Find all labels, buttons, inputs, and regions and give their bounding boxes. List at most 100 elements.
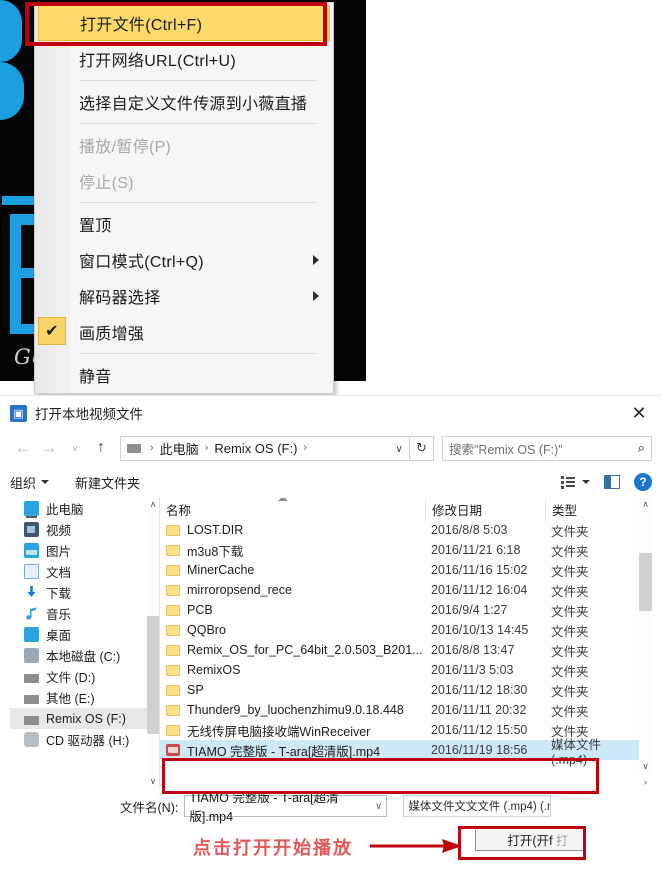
column-header-name[interactable]: 名称 bbox=[160, 498, 425, 519]
file-type-cell: 文件夹 bbox=[551, 604, 589, 619]
player-context-menu[interactable]: 打开文件(Ctrl+F) 打开网络URL(Ctrl+U) 选择自定义文件传源到小… bbox=[34, 2, 334, 394]
menu-item-play-pause: 播放/暂停(P) bbox=[35, 127, 333, 163]
menu-item-window-mode[interactable]: 窗口模式(Ctrl+Q) bbox=[35, 242, 333, 278]
sidebar-item-label: 桌面 bbox=[46, 629, 72, 643]
table-row[interactable]: m3u8下载 2016/11/21 6:18 文件夹 bbox=[160, 540, 652, 560]
sidebar-item-downloads[interactable]: 下载 bbox=[10, 582, 159, 603]
table-row[interactable]: SP 2016/11/12 18:30 文件夹 bbox=[160, 680, 652, 700]
folder-icon bbox=[166, 684, 180, 696]
up-button[interactable]: ↑ bbox=[88, 435, 114, 461]
scroll-right-icon[interactable]: › bbox=[639, 775, 652, 788]
sidebar-scroll-down-icon[interactable]: ∨ bbox=[147, 775, 159, 788]
folder-icon bbox=[166, 544, 180, 556]
table-row-selected[interactable]: TIAMO 完整版 - T-ara[超清版].mp4 2016/11/19 18… bbox=[160, 738, 652, 767]
checkmark-icon: ✔ bbox=[38, 317, 66, 345]
refresh-icon[interactable]: ↻ bbox=[410, 435, 434, 461]
address-bar-row: ← → ∨ ↑ › 此电脑 › Remix OS (F:) › ∨ ↻ 搜索"R… bbox=[0, 430, 662, 466]
menu-item-always-on-top[interactable]: 置顶 bbox=[35, 206, 333, 242]
sidebar-scrollbar-thumb[interactable] bbox=[147, 616, 159, 734]
search-input[interactable]: 搜索"Remix OS (F:)" bbox=[449, 439, 638, 458]
menu-item-mute[interactable]: 静音 bbox=[35, 357, 333, 393]
table-row[interactable]: Remix_OS_for_PC_64bit_2.0.503_B201... 20… bbox=[160, 640, 652, 660]
table-row[interactable]: Thunder9_by_luochenzhimu9.0.18.448 2016/… bbox=[160, 700, 652, 720]
sidebar-item-videos[interactable]: 视频 bbox=[10, 519, 159, 540]
sidebar-item-this-pc[interactable]: 此电脑 bbox=[10, 498, 159, 519]
menu-item-custom-source[interactable]: 选择自定义文件传源到小薇直播 bbox=[35, 84, 333, 120]
recent-locations-button[interactable]: ∨ bbox=[62, 435, 88, 461]
file-date-cell: 2016/8/8 13:47 bbox=[431, 643, 515, 657]
breadcrumb-item-remix-os[interactable]: Remix OS (F:) bbox=[214, 441, 297, 456]
open-button[interactable]: 打开(开f 打 bbox=[475, 827, 585, 851]
column-header-type[interactable]: 类型 bbox=[545, 499, 625, 519]
table-row[interactable]: RemixOS 2016/11/3 5:03 文件夹 bbox=[160, 660, 652, 680]
file-date-cell: 2016/8/8 5:03 bbox=[431, 523, 508, 537]
sidebar-item-drive-d[interactable]: 文件 (D:) bbox=[10, 666, 159, 687]
file-name-label: QQBro bbox=[187, 623, 226, 637]
menu-item-open-file[interactable]: 打开文件(Ctrl+F) bbox=[38, 5, 330, 41]
open-button-ghost-label: 打 bbox=[555, 833, 568, 848]
sidebar-item-local-disk-c[interactable]: 本地磁盘 (C:) bbox=[10, 645, 159, 666]
breadcrumb[interactable]: › 此电脑 › Remix OS (F:) › ∨ bbox=[120, 435, 410, 461]
file-type-cell: 文件夹 bbox=[551, 564, 589, 579]
help-icon[interactable]: ? bbox=[634, 473, 652, 491]
file-list[interactable]: 名称 修改日期 类型 LOST.DIR 2016/8/8 5:03 文件夹 m3… bbox=[160, 498, 652, 788]
menu-item-image-enhance[interactable]: ✔ 画质增强 bbox=[35, 314, 333, 350]
chevron-right-icon bbox=[313, 291, 319, 301]
file-name-cell: SP bbox=[160, 683, 425, 697]
menu-separator bbox=[79, 202, 317, 203]
file-name-cell: MinerCache bbox=[160, 563, 425, 577]
search-box[interactable]: 搜索"Remix OS (F:)" ⌕ bbox=[442, 435, 652, 461]
annotation-instruction-text: 点击打开开始播放 bbox=[193, 838, 353, 858]
file-list-vertical-scrollbar[interactable]: ∧ ∨ bbox=[639, 498, 652, 773]
file-list-column-headers: 名称 修改日期 类型 bbox=[160, 498, 652, 520]
list-view-lines-icon bbox=[566, 477, 575, 487]
folder-icon bbox=[166, 564, 180, 576]
sidebar-item-remix-os-f[interactable]: Remix OS (F:) bbox=[10, 708, 159, 729]
table-row[interactable]: MinerCache 2016/11/16 15:02 文件夹 bbox=[160, 560, 652, 580]
sort-ascending-icon bbox=[278, 498, 288, 501]
organize-button[interactable]: 组织 bbox=[10, 473, 50, 492]
breadcrumb-item-this-pc[interactable]: 此电脑 bbox=[160, 439, 199, 458]
sidebar-scroll-up-icon[interactable]: ∧ bbox=[147, 498, 159, 511]
filetype-select[interactable]: 媒体文件文文文件 (.mp4) (.mp ∨ bbox=[403, 795, 552, 817]
list-view-icon bbox=[561, 475, 564, 489]
close-icon[interactable]: ✕ bbox=[626, 401, 652, 425]
file-date-cell: 2016/11/3 5:03 bbox=[431, 663, 514, 677]
chevron-down-icon[interactable]: ∨ bbox=[387, 442, 403, 455]
new-folder-label: 新建文件夹 bbox=[75, 475, 141, 491]
table-row[interactable]: PCB 2016/9/4 1:27 文件夹 bbox=[160, 600, 652, 620]
scroll-down-icon[interactable]: ∨ bbox=[639, 760, 652, 773]
drive-icon bbox=[24, 694, 39, 704]
file-date-cell: 2016/10/13 14:45 bbox=[431, 623, 529, 637]
forward-button[interactable]: → bbox=[36, 435, 62, 461]
scroll-up-icon[interactable]: ∧ bbox=[639, 498, 652, 511]
sidebar-item-desktop[interactable]: 桌面 bbox=[10, 624, 159, 645]
sidebar-item-documents[interactable]: 文档 bbox=[10, 561, 159, 582]
menu-item-decoder-select[interactable]: 解码器选择 bbox=[35, 278, 333, 314]
table-row[interactable]: LOST.DIR 2016/8/8 5:03 文件夹 bbox=[160, 520, 652, 540]
back-button[interactable]: ← bbox=[10, 435, 36, 461]
column-header-date[interactable]: 修改日期 bbox=[425, 499, 545, 519]
table-row[interactable]: mirroropsend_rece 2016/11/12 16:04 文件夹 bbox=[160, 580, 652, 600]
sidebar-item-pictures[interactable]: 图片 bbox=[10, 540, 159, 561]
navigation-sidebar[interactable]: ∧ ∨ 此电脑 视频 图片 文档 下载 音乐 桌面 本地磁盘 (C:) 文件 (… bbox=[10, 498, 160, 788]
new-folder-button[interactable]: 新建文件夹 bbox=[75, 473, 140, 492]
dialog-bottom-bar: 文件名(N): TIAMO 完整版 - T-ara[超清版].mp4 ∨ 媒体文… bbox=[0, 788, 662, 866]
view-options-button[interactable] bbox=[561, 475, 590, 489]
sidebar-item-music[interactable]: 音乐 bbox=[10, 603, 159, 624]
column-header-label: 名称 bbox=[166, 503, 192, 518]
table-row[interactable]: QQBro 2016/10/13 14:45 文件夹 bbox=[160, 620, 652, 640]
filename-input[interactable]: TIAMO 完整版 - T-ara[超清版].mp4 ∨ bbox=[184, 791, 388, 824]
file-date-cell: 2016/11/12 16:04 bbox=[431, 583, 528, 597]
preview-pane-icon[interactable] bbox=[604, 475, 620, 489]
chevron-down-icon[interactable]: ∨ bbox=[375, 801, 382, 812]
menu-separator bbox=[79, 80, 317, 81]
music-icon bbox=[24, 606, 39, 621]
scrollbar-thumb[interactable] bbox=[639, 553, 652, 611]
menu-item-label: 画质增强 bbox=[79, 326, 145, 343]
chevron-down-icon[interactable] bbox=[582, 480, 590, 484]
menu-item-label: 置顶 bbox=[79, 218, 112, 235]
sidebar-item-cd-drive-h[interactable]: CD 驱动器 (H:) bbox=[10, 729, 159, 750]
menu-item-open-url[interactable]: 打开网络URL(Ctrl+U) bbox=[35, 41, 333, 77]
sidebar-item-drive-e[interactable]: 其他 (E:) bbox=[10, 687, 159, 708]
